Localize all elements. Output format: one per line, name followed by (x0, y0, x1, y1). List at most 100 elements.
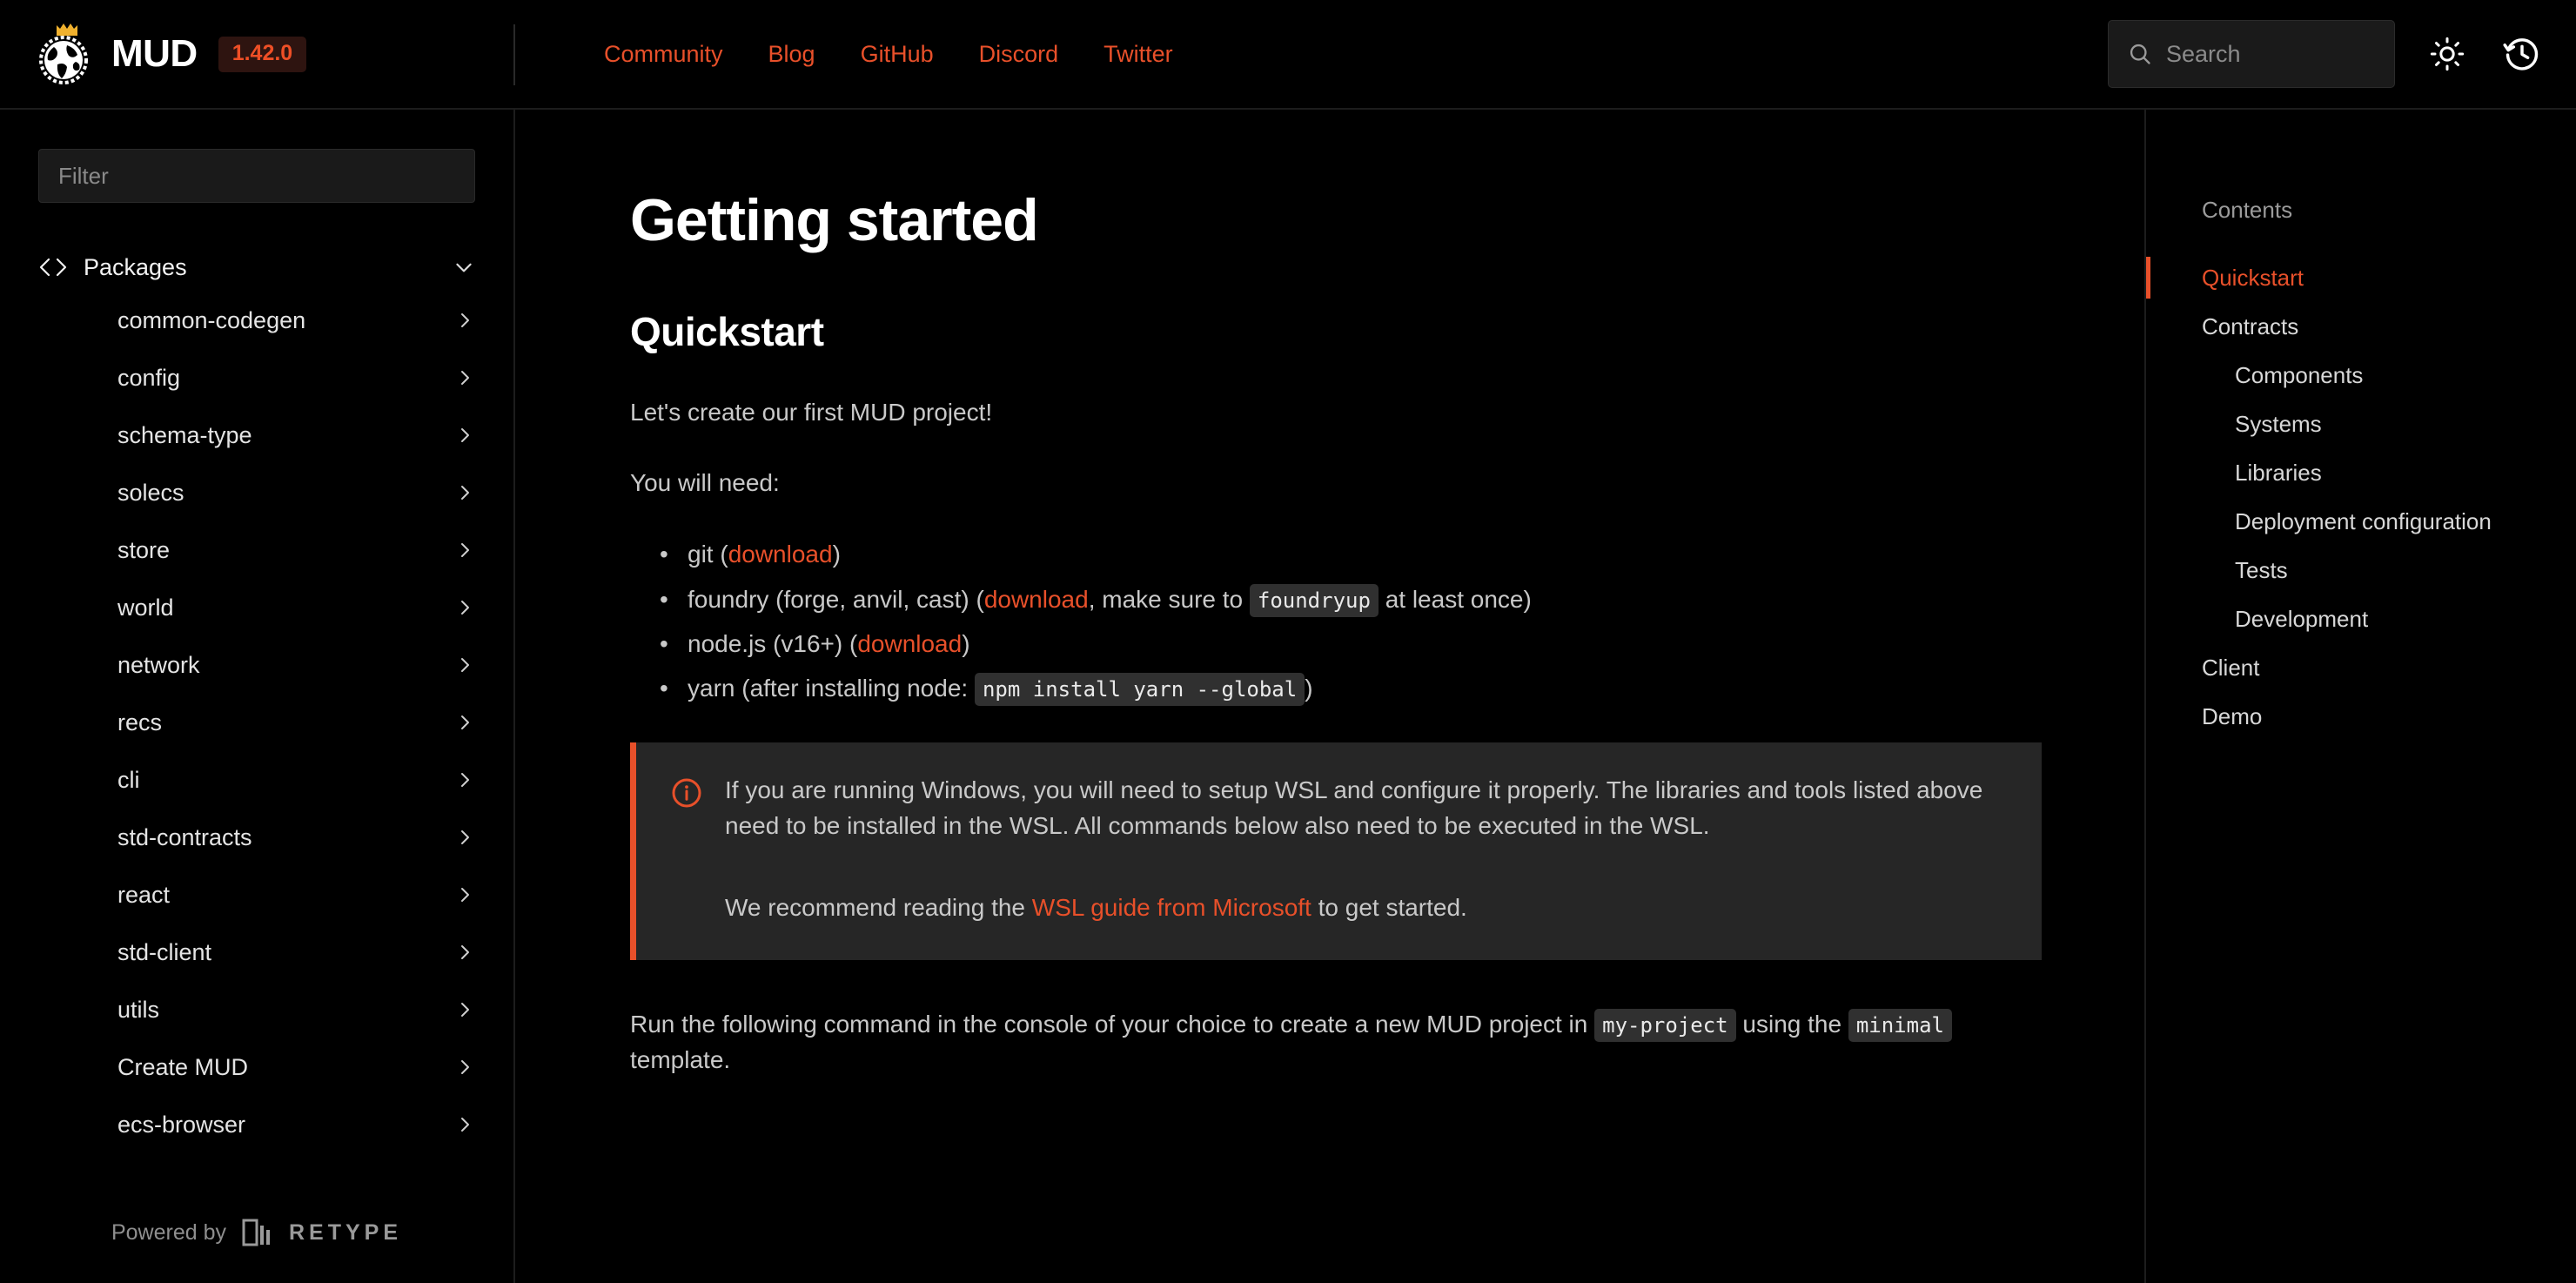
globe-icon (39, 36, 88, 84)
sidebar-item-solecs[interactable]: solecs (0, 464, 513, 521)
requirements-label: You will need: (630, 468, 780, 496)
toc-item-client[interactable]: Client (2202, 643, 2576, 692)
toc-item-components[interactable]: Components (2202, 351, 2576, 400)
mud-globe-crown-icon (38, 23, 96, 85)
filter-input[interactable]: Filter (38, 149, 475, 203)
search-input[interactable]: Search (2108, 20, 2395, 88)
sidebar-item-create-mud[interactable]: Create MUD (0, 1038, 513, 1096)
brand-title: MUD (111, 32, 198, 75)
sidebar-item-schema-type[interactable]: schema-type (0, 406, 513, 464)
requirement-item: foundry (forge, anvil, cast) (download, … (630, 581, 2049, 619)
sidebar-item-label: utils (117, 996, 160, 1023)
inline-text: ) (832, 541, 841, 568)
inline-code: foundryup (1249, 583, 1379, 617)
chevron-down-icon[interactable] (453, 256, 475, 279)
sidebar-item-recs[interactable]: recs (0, 694, 513, 751)
inline-text: at least once) (1378, 585, 1532, 613)
chevron-right-icon[interactable] (454, 942, 475, 963)
sidebar-item-common-codegen[interactable]: common-codegen (0, 292, 513, 349)
chevron-right-icon[interactable] (454, 425, 475, 446)
nav-link-community[interactable]: Community (604, 41, 723, 68)
chevron-right-icon[interactable] (454, 367, 475, 388)
intro-paragraph: Let's create our first MUD project! (630, 399, 993, 426)
toc-item-tests[interactable]: Tests (2202, 546, 2576, 594)
brand-area[interactable]: MUD 1.42.0 (0, 0, 515, 108)
chevron-right-icon[interactable] (454, 999, 475, 1020)
inline-text: yarn (after installing node: (688, 675, 975, 702)
toc-item-systems[interactable]: Systems (2202, 400, 2576, 448)
inline-link[interactable]: download (984, 586, 1089, 613)
inline-link[interactable]: download (728, 541, 833, 568)
sidebar-item-label: react (117, 881, 171, 908)
retype-brand: RETYPE (289, 1219, 403, 1245)
sidebar-group-packages[interactable]: Packages (0, 243, 513, 292)
sidebar-item-label: schema-type (117, 421, 252, 448)
inline-code: minimal (1848, 1009, 1952, 1043)
chevron-right-icon[interactable] (454, 769, 475, 790)
sidebar-item-std-client[interactable]: std-client (0, 924, 513, 981)
sidebar-item-store[interactable]: store (0, 521, 513, 579)
inline-link[interactable]: download (857, 630, 962, 657)
sidebar-item-react[interactable]: react (0, 866, 513, 924)
chevron-right-icon[interactable] (454, 482, 475, 503)
sidebar-item-label: ecs-browser (117, 1111, 246, 1138)
sidebar-item-label: cli (117, 766, 140, 793)
toc-item-quickstart[interactable]: Quickstart (2146, 253, 2576, 302)
sidebar-group-label: Packages (84, 253, 187, 280)
chevron-right-icon[interactable] (454, 884, 475, 905)
chevron-right-icon[interactable] (454, 712, 475, 733)
toc-item-development[interactable]: Development (2202, 594, 2576, 643)
sidebar-item-utils[interactable]: utils (0, 981, 513, 1038)
inline-text: , make sure to (1088, 585, 1250, 613)
inline-code: npm install yarn --global (974, 673, 1305, 707)
sidebar-item-label: Create MUD (117, 1053, 249, 1080)
callout-body: If you are running Windows, you will nee… (725, 772, 2007, 925)
filter-placeholder: Filter (58, 162, 109, 189)
section-title: Quickstart (630, 309, 824, 354)
chevron-right-icon[interactable] (454, 1114, 475, 1135)
inline-text: using the (1735, 1011, 1848, 1038)
requirement-item: git (download) (630, 535, 2049, 574)
callout-info: If you are running Windows, you will nee… (630, 742, 2042, 961)
nav-link-discord[interactable]: Discord (979, 41, 1059, 68)
page-title: Getting started (630, 187, 1039, 253)
sidebar-item-label: network (117, 651, 200, 678)
toc-item-deployment-configuration[interactable]: Deployment configuration (2202, 497, 2576, 546)
inline-text: template. (630, 1045, 731, 1073)
sidebar: Filter Packages common-codegen config sche… (0, 110, 515, 1283)
toc-title: Contents (2202, 197, 2293, 223)
chevron-right-icon[interactable] (454, 655, 475, 675)
sidebar-item-network[interactable]: network (0, 636, 513, 694)
chevron-right-icon[interactable] (454, 310, 475, 331)
requirements-list: git (download) foundry (forge, anvil, cas… (630, 535, 2049, 708)
sidebar-item-label: std-client (117, 938, 212, 965)
inline-link[interactable]: WSL guide from Microsoft (1032, 894, 1311, 921)
toc-item-contracts[interactable]: Contracts (2202, 302, 2576, 351)
sun-icon[interactable] (2425, 31, 2470, 77)
chevron-right-icon[interactable] (454, 540, 475, 561)
toc-item-demo[interactable]: Demo (2202, 692, 2576, 741)
history-clock-icon[interactable] (2499, 31, 2545, 77)
sidebar-item-world[interactable]: world (0, 579, 513, 636)
sidebar-item-label: recs (117, 709, 163, 736)
nav-link-twitter[interactable]: Twitter (1104, 41, 1173, 68)
info-circle-icon (671, 777, 702, 925)
inline-text: ) (962, 629, 970, 657)
toc-item-libraries[interactable]: Libraries (2202, 448, 2576, 497)
sidebar-item-ecs-browser[interactable]: ecs-browser (0, 1096, 513, 1153)
search-placeholder: Search (2166, 40, 2241, 67)
inline-text: node.js (v16+) ( (688, 629, 858, 657)
inline-code: my-project (1594, 1009, 1736, 1043)
sidebar-item-config[interactable]: config (0, 349, 513, 406)
header-actions: Search (2108, 20, 2576, 88)
requirement-item: yarn (after installing node: npm install… (630, 669, 2049, 708)
version-badge[interactable]: 1.42.0 (218, 36, 307, 72)
nav-link-blog[interactable]: Blog (768, 41, 815, 68)
chevron-right-icon[interactable] (454, 1057, 475, 1078)
sidebar-item-std-contracts[interactable]: std-contracts (0, 809, 513, 866)
callout-paragraph-2: We recommend reading the WSL guide from … (725, 890, 2007, 925)
chevron-right-icon[interactable] (454, 827, 475, 848)
chevron-right-icon[interactable] (454, 597, 475, 618)
sidebar-item-cli[interactable]: cli (0, 751, 513, 809)
nav-link-github[interactable]: GitHub (861, 41, 934, 68)
